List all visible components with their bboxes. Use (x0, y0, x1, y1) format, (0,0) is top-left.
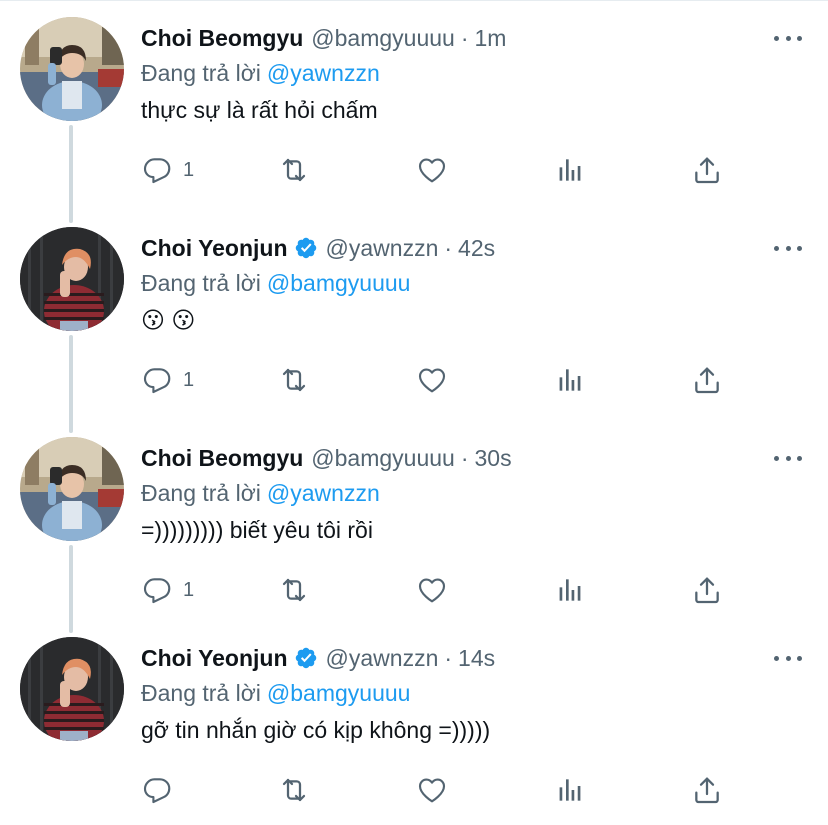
tweet[interactable]: Choi Yeonjun @yawnzzn · 42s Đang trả lời… (0, 210, 828, 415)
timestamp[interactable]: 14s (458, 645, 495, 672)
separator: · (460, 24, 469, 51)
replying-label: Đang trả lời (141, 60, 261, 86)
replying-to: Đang trả lời @yawnzzn (141, 60, 380, 87)
heart-icon (418, 578, 446, 603)
handle[interactable]: @bamgyuuuu (311, 25, 455, 52)
analytics-icon (559, 369, 581, 391)
analytics-icon (559, 579, 581, 601)
tweet-header: Choi Beomgyu @bamgyuuuu · 1m (141, 24, 506, 52)
views-button[interactable] (554, 570, 586, 610)
replying-label: Đang trả lời (141, 680, 261, 706)
avatar[interactable] (20, 637, 124, 741)
like-button[interactable] (416, 570, 448, 610)
timestamp[interactable]: 30s (475, 445, 512, 472)
mention-link[interactable]: @bamgyuuuu (267, 270, 411, 296)
timestamp[interactable]: 1m (475, 25, 507, 52)
avatar[interactable] (20, 437, 124, 541)
share-button[interactable] (691, 770, 723, 810)
retweet-button[interactable] (278, 570, 310, 610)
action-bar (141, 770, 741, 810)
reply-icon (143, 578, 171, 604)
replying-label: Đang trả lời (141, 270, 261, 296)
like-button[interactable] (416, 150, 448, 190)
tweet-text: gỡ tin nhắn giờ có kịp không =))))) (141, 717, 491, 743)
retweet-icon (282, 158, 306, 182)
retweet-icon (282, 368, 306, 392)
more-icon[interactable] (774, 26, 802, 50)
tweet-header: Choi Yeonjun @yawnzzn · 42s (141, 234, 495, 262)
tweet-text: thực sự là rất hỏi chấm (141, 97, 378, 123)
replying-to: Đang trả lời @bamgyuuuu (141, 270, 410, 297)
share-icon (695, 367, 719, 394)
reply-icon (143, 778, 171, 804)
avatar[interactable] (20, 227, 124, 331)
replying-to: Đang trả lời @bamgyuuuu (141, 680, 410, 707)
share-button[interactable] (691, 570, 723, 610)
mention-link[interactable]: @yawnzzn (267, 60, 380, 86)
reply-count: 1 (183, 158, 195, 181)
tweet-header: Choi Yeonjun @yawnzzn · 14s (141, 644, 495, 672)
tweet[interactable]: Choi Beomgyu @bamgyuuuu · 1m Đang trả lờ… (0, 0, 828, 205)
retweet-button[interactable] (278, 150, 310, 190)
separator: · (444, 234, 453, 261)
verified-badge-icon (295, 237, 316, 259)
display-name[interactable]: Choi Yeonjun (141, 645, 288, 672)
mention-link[interactable]: @bamgyuuuu (267, 680, 411, 706)
heart-icon (418, 778, 446, 803)
more-icon[interactable] (774, 646, 802, 670)
tweet-text: =))))))))) biết yêu tôi rồi (141, 517, 373, 543)
more-icon[interactable] (774, 446, 802, 470)
reply-button[interactable]: 1 (141, 570, 194, 610)
like-button[interactable] (416, 360, 448, 400)
retweet-icon (282, 778, 306, 802)
share-button[interactable] (691, 360, 723, 400)
heart-icon (418, 368, 446, 393)
action-bar: 1 (141, 570, 741, 610)
retweet-button[interactable] (278, 770, 310, 810)
handle[interactable]: @bamgyuuuu (311, 445, 455, 472)
reply-count: 1 (183, 368, 195, 391)
views-button[interactable] (554, 360, 586, 400)
avatar[interactable] (20, 17, 124, 121)
more-icon[interactable] (774, 236, 802, 260)
like-button[interactable] (416, 770, 448, 810)
views-button[interactable] (554, 150, 586, 190)
tweet-header: Choi Beomgyu @bamgyuuuu · 30s (141, 444, 512, 472)
timestamp[interactable]: 42s (458, 235, 495, 262)
reply-count: 1 (183, 578, 195, 601)
verified-badge-icon (295, 647, 316, 669)
retweet-button[interactable] (278, 360, 310, 400)
analytics-icon (559, 779, 581, 801)
display-name[interactable]: Choi Beomgyu (141, 445, 303, 472)
reply-button[interactable]: 1 (141, 360, 194, 400)
tweet[interactable]: Choi Beomgyu @bamgyuuuu · 30s Đang trả l… (0, 420, 828, 625)
action-bar: 1 (141, 360, 741, 400)
display-name[interactable]: Choi Yeonjun (141, 235, 288, 262)
display-name[interactable]: Choi Beomgyu (141, 25, 303, 52)
separator: · (444, 644, 453, 671)
share-icon (695, 777, 719, 804)
tweet-text: 😗 😗 (141, 307, 196, 333)
handle[interactable]: @yawnzzn (326, 645, 439, 672)
share-button[interactable] (691, 150, 723, 190)
separator: · (460, 444, 469, 471)
retweet-icon (282, 578, 306, 602)
reply-icon (143, 158, 171, 184)
action-bar: 1 (141, 150, 741, 190)
share-icon (695, 577, 719, 604)
heart-icon (418, 158, 446, 183)
views-button[interactable] (554, 770, 586, 810)
handle[interactable]: @yawnzzn (326, 235, 439, 262)
mention-link[interactable]: @yawnzzn (267, 480, 380, 506)
replying-to: Đang trả lời @yawnzzn (141, 480, 380, 507)
replying-label: Đang trả lời (141, 480, 261, 506)
reply-icon (143, 368, 171, 394)
tweet[interactable]: Choi Yeonjun @yawnzzn · 14s Đang trả lời… (0, 620, 828, 825)
share-icon (695, 157, 719, 184)
reply-button[interactable]: 1 (141, 150, 194, 190)
analytics-icon (559, 159, 581, 181)
reply-button[interactable] (141, 770, 183, 810)
